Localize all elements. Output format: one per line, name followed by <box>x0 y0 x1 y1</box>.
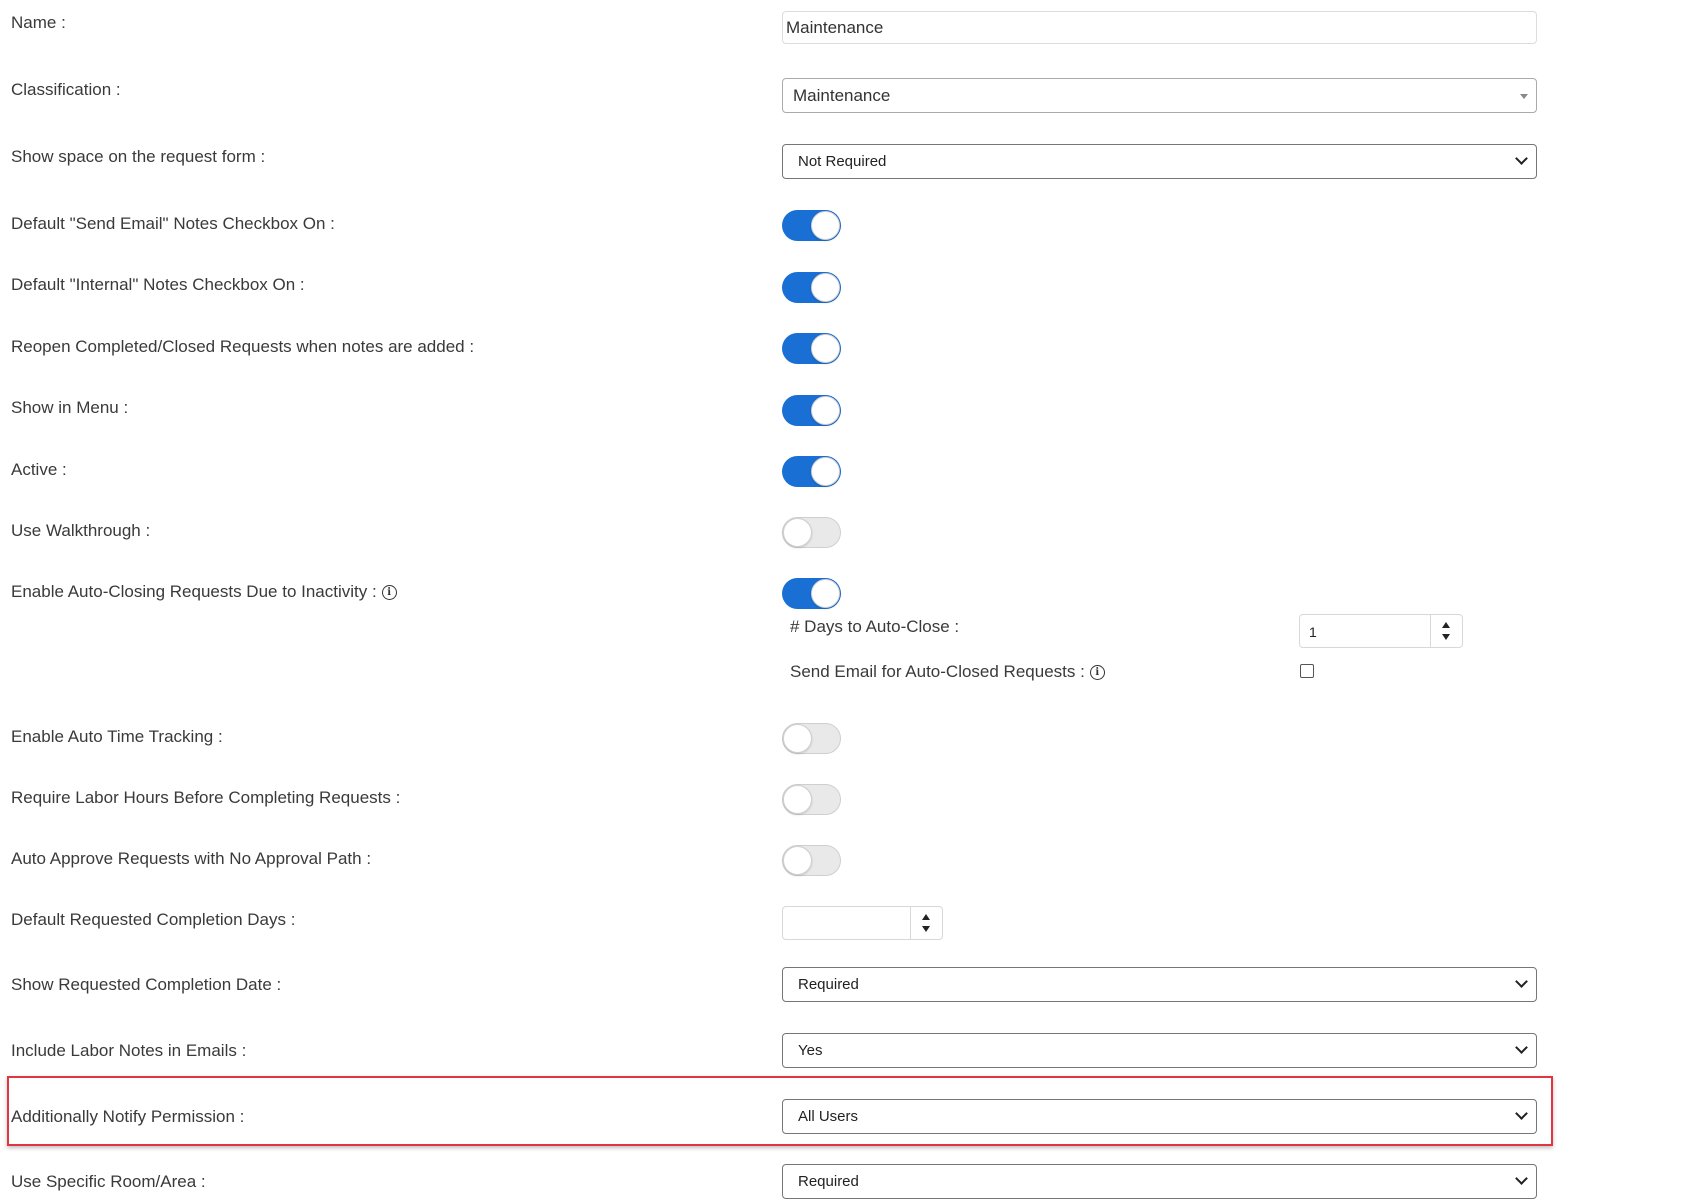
classification-select[interactable]: Maintenance <box>782 78 1537 113</box>
auto-close-label: Enable Auto-Closing Requests Due to Inac… <box>11 582 397 602</box>
toggle-knob <box>783 518 812 547</box>
labor-notes-label: Include Labor Notes in Emails : <box>11 1041 247 1060</box>
show-in-menu-toggle[interactable] <box>782 395 841 426</box>
info-circle-icon[interactable]: i <box>1089 665 1105 681</box>
days-auto-close-input[interactable]: 1 <box>1299 614 1463 648</box>
room-area-value: Required <box>798 1173 859 1190</box>
send-email-default-toggle[interactable] <box>782 210 841 241</box>
auto-close-email-label: Send Email for Auto-Closed Requests :i <box>790 662 1105 682</box>
completion-days-input[interactable] <box>782 906 943 940</box>
internal-default-label: Default "Internal" Notes Checkbox On : <box>11 275 305 294</box>
auto-close-label-text: Enable Auto-Closing Requests Due to Inac… <box>11 582 377 601</box>
labor-hours-label: Require Labor Hours Before Completing Re… <box>11 788 401 807</box>
notify-permission-label: Additionally Notify Permission : <box>11 1107 245 1126</box>
toggle-knob <box>811 457 840 486</box>
number-spinner[interactable] <box>910 907 942 939</box>
reopen-toggle[interactable] <box>782 333 841 364</box>
toggle-knob <box>783 846 812 875</box>
send-email-default-label: Default "Send Email" Notes Checkbox On : <box>11 214 335 233</box>
active-toggle[interactable] <box>782 456 841 487</box>
walkthrough-label: Use Walkthrough : <box>11 521 151 540</box>
name-input[interactable] <box>782 11 1537 44</box>
toggle-knob <box>783 785 812 814</box>
notify-permission-value: All Users <box>798 1108 859 1125</box>
spin-up-icon[interactable] <box>1442 622 1450 628</box>
name-label: Name : <box>11 13 66 32</box>
internal-default-toggle[interactable] <box>782 272 841 303</box>
auto-approve-toggle[interactable] <box>782 845 841 876</box>
auto-close-email-label-text: Send Email for Auto-Closed Requests : <box>790 662 1085 681</box>
toggle-knob <box>811 579 840 608</box>
labor-hours-toggle[interactable] <box>782 784 841 815</box>
notify-permission-select[interactable]: All Users <box>782 1099 1537 1134</box>
classification-label: Classification : <box>11 80 121 99</box>
reopen-label: Reopen Completed/Closed Requests when no… <box>11 337 475 356</box>
show-space-value: Not Required <box>798 153 887 170</box>
completion-days-label: Default Requested Completion Days : <box>11 910 296 929</box>
labor-notes-select[interactable]: Yes <box>782 1033 1537 1068</box>
toggle-knob <box>783 724 812 753</box>
auto-approve-label: Auto Approve Requests with No Approval P… <box>11 849 372 868</box>
labor-notes-value: Yes <box>798 1042 823 1059</box>
auto-close-toggle[interactable] <box>782 578 841 609</box>
caret-down-icon <box>1520 94 1528 99</box>
number-spinner[interactable] <box>1430 615 1462 647</box>
classification-value: Maintenance <box>793 86 891 105</box>
room-area-label: Use Specific Room/Area : <box>11 1172 206 1191</box>
room-area-select[interactable]: Required <box>782 1164 1537 1199</box>
show-space-select[interactable]: Not Required <box>782 144 1537 179</box>
completion-date-select[interactable]: Required <box>782 967 1537 1002</box>
auto-time-label: Enable Auto Time Tracking : <box>11 727 223 746</box>
toggle-knob <box>811 334 840 363</box>
spin-down-icon[interactable] <box>922 926 930 932</box>
days-auto-close-value: 1 <box>1309 624 1317 640</box>
chevron-down-icon <box>1515 1041 1528 1054</box>
toggle-knob <box>811 273 840 302</box>
chevron-down-icon <box>1515 152 1528 165</box>
active-label: Active : <box>11 460 67 479</box>
chevron-down-icon <box>1515 975 1528 988</box>
auto-close-email-checkbox[interactable] <box>1300 664 1314 678</box>
chevron-down-icon <box>1515 1172 1528 1185</box>
spin-down-icon[interactable] <box>1442 634 1450 640</box>
toggle-knob <box>811 396 840 425</box>
toggle-knob <box>811 211 840 240</box>
show-space-label: Show space on the request form : <box>11 147 266 166</box>
spin-up-icon[interactable] <box>922 914 930 920</box>
completion-date-label: Show Requested Completion Date : <box>11 975 282 994</box>
show-in-menu-label: Show in Menu : <box>11 398 129 417</box>
auto-time-toggle[interactable] <box>782 723 841 754</box>
chevron-down-icon <box>1515 1107 1528 1120</box>
info-circle-icon[interactable]: i <box>381 585 397 601</box>
completion-date-value: Required <box>798 976 859 993</box>
days-auto-close-label: # Days to Auto-Close : <box>790 617 960 636</box>
walkthrough-toggle[interactable] <box>782 517 841 548</box>
